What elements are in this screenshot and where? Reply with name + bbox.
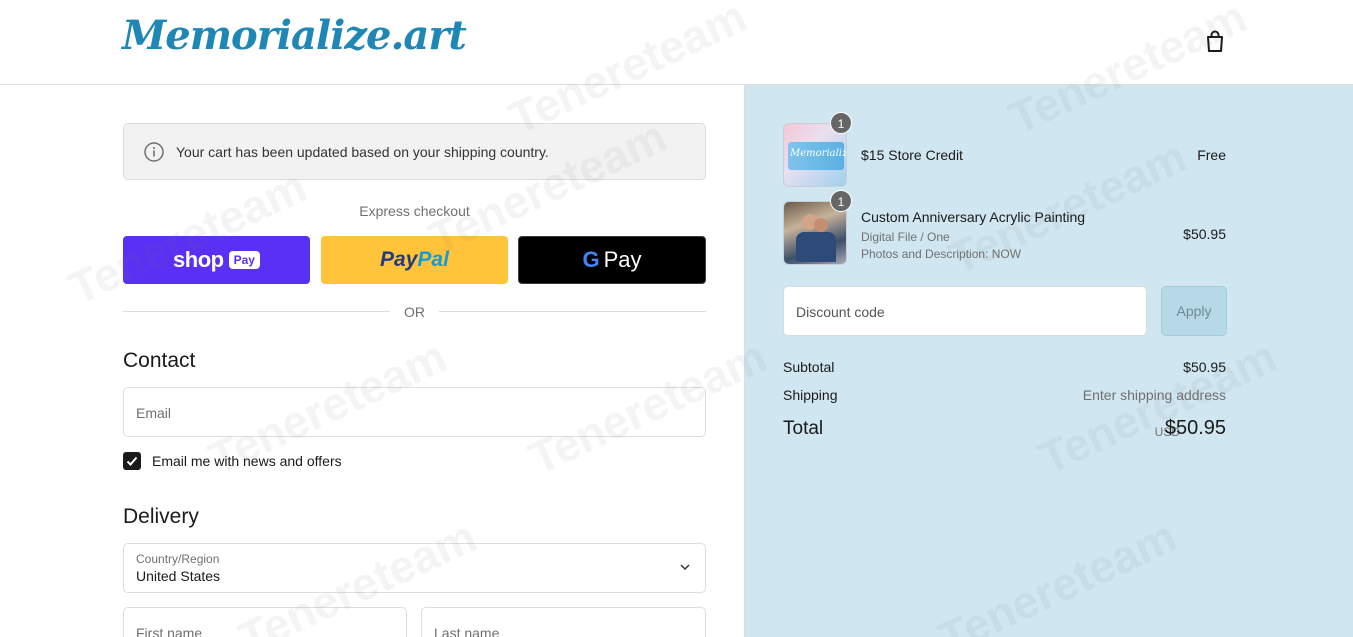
newsletter-label: Email me with news and offers: [152, 453, 342, 469]
paypal-logo-pal: Pal: [417, 248, 449, 271]
total-label: Total: [783, 418, 824, 439]
country-value: United States: [136, 568, 221, 584]
item-note: Photos and Description: NOW: [861, 247, 1022, 261]
order-summary: Memorialize 1 $15 Store Credit Free 1 Cu…: [744, 85, 1353, 637]
google-g-icon: G: [582, 247, 600, 272]
gift-card-text: Memorialize: [790, 148, 847, 159]
country-select[interactable]: Country/Region United States: [123, 543, 706, 593]
store-logo[interactable]: Memorialize.art: [122, 12, 467, 59]
checkmark-icon: [126, 456, 138, 466]
checkout-form: Your cart has been updated based on your…: [0, 85, 744, 637]
item-name: $15 Store Credit: [861, 147, 963, 163]
discount-code-input[interactable]: Discount code: [783, 286, 1147, 336]
discount-placeholder: Discount code: [796, 304, 885, 320]
painting-figure-2: [814, 218, 828, 232]
shipping-value: Enter shipping address: [1082, 387, 1226, 403]
newsletter-checkbox[interactable]: [123, 452, 141, 470]
shipping-label: Shipping: [783, 387, 838, 403]
cart-updated-notice: Your cart has been updated based on your…: [123, 123, 706, 180]
apply-discount-button[interactable]: Apply: [1161, 286, 1227, 336]
country-label: Country/Region: [136, 552, 220, 566]
item-name: Custom Anniversary Acrylic Painting: [861, 209, 1086, 225]
chevron-down-icon: [680, 564, 690, 571]
shopping-bag-icon[interactable]: [1204, 29, 1226, 53]
shop-pay-badge: Pay: [228, 251, 260, 269]
email-placeholder: Email: [136, 405, 172, 421]
info-icon: [144, 142, 164, 162]
shop-pay-button[interactable]: shop Pay: [123, 236, 310, 284]
total-value: $50.95: [1164, 417, 1226, 439]
painting-figure-body: [796, 232, 836, 262]
subtotal-label: Subtotal: [783, 359, 835, 375]
subtotal-value: $50.95: [1183, 359, 1226, 375]
delivery-heading: Delivery: [123, 505, 199, 528]
or-divider: OR: [123, 302, 706, 322]
or-text: OR: [404, 304, 425, 320]
item-variant: Digital File / One: [861, 230, 950, 244]
paypal-button[interactable]: Pay Pal: [321, 236, 508, 284]
header: Memorialize.art: [0, 0, 1353, 85]
contact-heading: Contact: [123, 349, 196, 372]
item-price: Free: [1197, 147, 1226, 163]
quantity-badge: 1: [830, 190, 852, 212]
notice-text: Your cart has been updated based on your…: [176, 144, 549, 160]
google-pay-button[interactable]: G Pay: [518, 236, 706, 284]
paypal-logo-pay: Pay: [380, 248, 418, 271]
email-field[interactable]: Email: [123, 387, 706, 437]
shop-pay-logo-text: shop: [173, 247, 224, 272]
quantity-badge: 1: [830, 112, 852, 134]
express-checkout-label: Express checkout: [359, 203, 470, 219]
last-name-placeholder: Last name: [434, 625, 500, 637]
google-pay-text: Pay: [603, 247, 642, 272]
last-name-field[interactable]: Last name: [421, 607, 706, 637]
first-name-field[interactable]: First name: [123, 607, 407, 637]
item-price: $50.95: [1183, 226, 1226, 242]
first-name-placeholder: First name: [136, 625, 203, 637]
checkout-page: Memorialize.art Your cart has been updat…: [0, 0, 1353, 637]
